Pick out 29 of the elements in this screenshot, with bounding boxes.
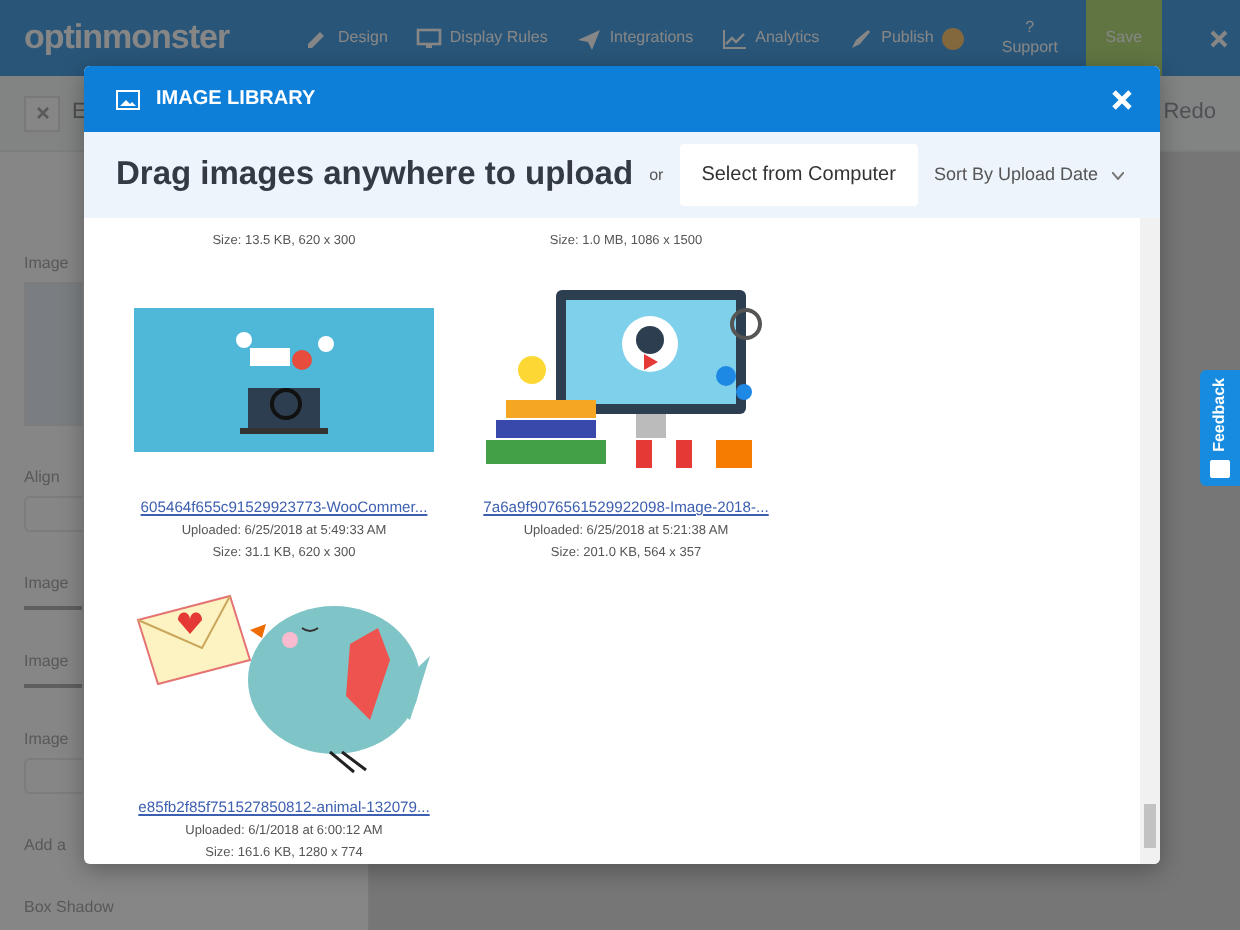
nav-tab[interactable]: Display Rules <box>401 0 562 76</box>
chat-icon <box>1210 460 1230 478</box>
image-icon <box>116 89 140 110</box>
paper-plane-icon <box>575 25 602 51</box>
nav-tab[interactable]: Integrations <box>561 0 708 76</box>
monitor-icon <box>415 25 442 51</box>
close-button[interactable] <box>24 95 60 131</box>
close-icon <box>1209 29 1227 47</box>
scrollbar[interactable] <box>1140 218 1160 864</box>
app-logo: optinmonster <box>22 16 232 61</box>
chart-icon <box>721 25 748 51</box>
upload-instruction: Drag images anywhere to upload <box>116 154 634 197</box>
input-field[interactable] <box>24 758 82 794</box>
nav-tab[interactable]: Publish <box>833 0 978 76</box>
close-icon <box>35 106 49 120</box>
feedback-tab[interactable]: Feedback <box>1200 370 1240 486</box>
or-text: or <box>649 163 664 188</box>
select-from-computer-button[interactable]: Select from Computer <box>679 144 918 207</box>
sort-dropdown[interactable]: Sort By Upload Date <box>933 161 1124 189</box>
caret-icon <box>1112 171 1124 180</box>
nav-tab[interactable]: Analytics <box>707 0 834 76</box>
input-field[interactable] <box>24 496 82 532</box>
support-link[interactable]: ? Support <box>989 18 1070 58</box>
dialog-title: IMAGE LIBRARY <box>156 86 316 115</box>
image-preview <box>24 282 82 426</box>
close-icon <box>1112 89 1132 110</box>
scrollbar-thumb[interactable] <box>1144 804 1156 848</box>
status-dot-icon <box>941 27 964 49</box>
nav-tab[interactable]: Design <box>290 0 402 76</box>
